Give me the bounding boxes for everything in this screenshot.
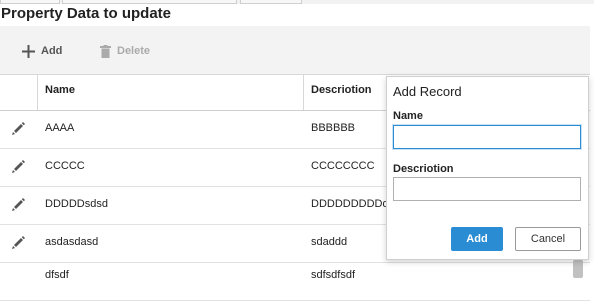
dialog-title: Add Record (393, 84, 462, 99)
cell-description: sdfsdfsdf (311, 269, 356, 281)
add-button[interactable]: Add (22, 42, 62, 60)
toolbar: Add Delete (0, 26, 590, 74)
add-record-dialog: Add Record Name Descriotion Add Cancel (386, 76, 589, 260)
cell-description: DDDDDDDDDd (311, 198, 389, 210)
name-field[interactable] (393, 125, 581, 149)
delete-button-label: Delete (117, 45, 151, 57)
column-divider[interactable] (303, 75, 304, 110)
pencil-icon[interactable] (12, 198, 25, 211)
cell-name: asdasdasd (45, 236, 99, 248)
cell-name: AAAA (45, 122, 75, 134)
column-divider (37, 75, 38, 110)
cell-name: dfsdf (45, 269, 69, 281)
pencil-icon[interactable] (12, 236, 25, 249)
cell-description: sdaddd (311, 236, 348, 248)
tab-2[interactable] (62, 0, 237, 4)
cell-name: CCCCC (45, 160, 85, 172)
plus-icon (22, 44, 35, 58)
description-field[interactable] (393, 177, 581, 201)
dialog-add-button[interactable]: Add (451, 227, 503, 251)
column-header-description[interactable]: Descriotion (311, 84, 372, 96)
tab-1[interactable] (0, 0, 60, 4)
trash-icon (100, 44, 111, 58)
table-row[interactable]: dfsdf sdfsdfsdf (0, 263, 590, 301)
pencil-icon[interactable] (12, 160, 25, 173)
cell-name: DDDDDsdsd (45, 198, 108, 210)
name-label: Name (393, 110, 423, 122)
description-label: Descriotion (393, 163, 454, 175)
page-title: Property Data to update (1, 5, 172, 22)
add-button-label: Add (41, 45, 63, 57)
pencil-icon[interactable] (12, 122, 25, 135)
tab-3[interactable] (240, 0, 302, 4)
top-tab-strip (0, 0, 594, 4)
cell-description: BBBBBB (311, 122, 356, 134)
scrollbar-thumb[interactable] (573, 260, 583, 278)
cell-description: CCCCCCCC (311, 160, 375, 172)
dialog-cancel-button[interactable]: Cancel (515, 227, 581, 251)
column-header-name[interactable]: Name (45, 84, 75, 96)
delete-button[interactable]: Delete (100, 42, 150, 60)
